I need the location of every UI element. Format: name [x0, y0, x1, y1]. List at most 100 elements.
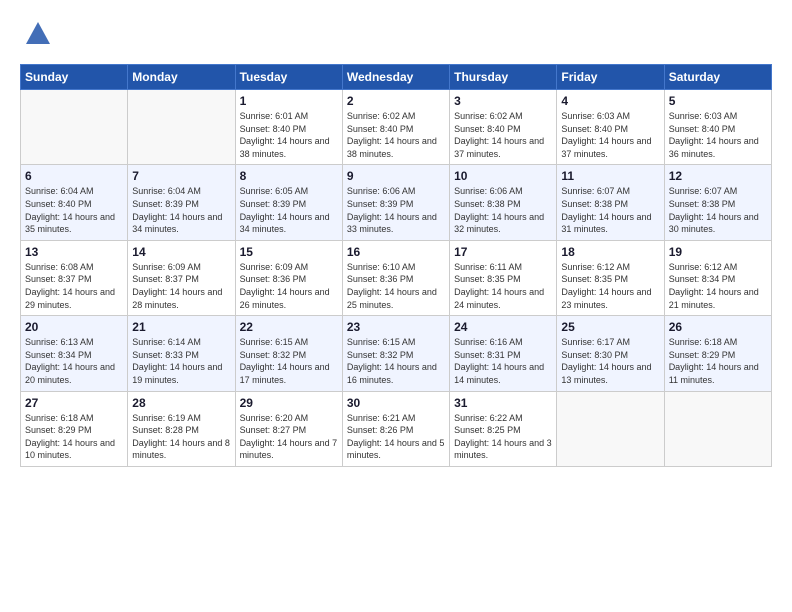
day-info: Sunrise: 6:20 AMSunset: 8:27 PMDaylight:…	[240, 412, 338, 462]
day-number: 8	[240, 169, 338, 183]
day-info: Sunrise: 6:13 AMSunset: 8:34 PMDaylight:…	[25, 336, 123, 386]
day-info: Sunrise: 6:05 AMSunset: 8:39 PMDaylight:…	[240, 185, 338, 235]
calendar-cell: 5 Sunrise: 6:03 AMSunset: 8:40 PMDaylight…	[664, 90, 771, 165]
day-number: 24	[454, 320, 552, 334]
calendar-cell: 24 Sunrise: 6:16 AMSunset: 8:31 PMDayligh…	[450, 316, 557, 391]
day-number: 29	[240, 396, 338, 410]
day-info: Sunrise: 6:14 AMSunset: 8:33 PMDaylight:…	[132, 336, 230, 386]
day-number: 4	[561, 94, 659, 108]
day-info: Sunrise: 6:12 AMSunset: 8:34 PMDaylight:…	[669, 261, 767, 311]
weekday-header-thursday: Thursday	[450, 65, 557, 90]
day-info: Sunrise: 6:15 AMSunset: 8:32 PMDaylight:…	[347, 336, 445, 386]
calendar-cell: 12 Sunrise: 6:07 AMSunset: 8:38 PMDayligh…	[664, 165, 771, 240]
day-info: Sunrise: 6:07 AMSunset: 8:38 PMDaylight:…	[669, 185, 767, 235]
calendar-cell	[664, 391, 771, 466]
calendar-cell: 9 Sunrise: 6:06 AMSunset: 8:39 PMDaylight…	[342, 165, 449, 240]
calendar-cell	[557, 391, 664, 466]
day-number: 15	[240, 245, 338, 259]
day-number: 6	[25, 169, 123, 183]
calendar-cell: 22 Sunrise: 6:15 AMSunset: 8:32 PMDayligh…	[235, 316, 342, 391]
day-info: Sunrise: 6:02 AMSunset: 8:40 PMDaylight:…	[347, 110, 445, 160]
calendar-body: 1 Sunrise: 6:01 AMSunset: 8:40 PMDaylight…	[21, 90, 772, 467]
day-info: Sunrise: 6:18 AMSunset: 8:29 PMDaylight:…	[669, 336, 767, 386]
weekday-header-row: SundayMondayTuesdayWednesdayThursdayFrid…	[21, 65, 772, 90]
page-header	[20, 20, 772, 48]
day-number: 2	[347, 94, 445, 108]
day-info: Sunrise: 6:06 AMSunset: 8:38 PMDaylight:…	[454, 185, 552, 235]
calendar-cell: 1 Sunrise: 6:01 AMSunset: 8:40 PMDaylight…	[235, 90, 342, 165]
calendar-cell: 11 Sunrise: 6:07 AMSunset: 8:38 PMDayligh…	[557, 165, 664, 240]
day-number: 10	[454, 169, 552, 183]
calendar-cell: 27Sunrise: 6:18 AMSunset: 8:29 PMDayligh…	[21, 391, 128, 466]
weekday-header-saturday: Saturday	[664, 65, 771, 90]
day-info: Sunrise: 6:09 AMSunset: 8:37 PMDaylight:…	[132, 261, 230, 311]
calendar-cell: 13Sunrise: 6:08 AMSunset: 8:37 PMDayligh…	[21, 240, 128, 315]
day-number: 31	[454, 396, 552, 410]
calendar-week-2: 6 Sunrise: 6:04 AMSunset: 8:40 PMDaylight…	[21, 165, 772, 240]
day-info: Sunrise: 6:16 AMSunset: 8:31 PMDaylight:…	[454, 336, 552, 386]
day-number: 5	[669, 94, 767, 108]
weekday-header-tuesday: Tuesday	[235, 65, 342, 90]
calendar-week-5: 27Sunrise: 6:18 AMSunset: 8:29 PMDayligh…	[21, 391, 772, 466]
calendar-cell: 31Sunrise: 6:22 AMSunset: 8:25 PMDayligh…	[450, 391, 557, 466]
day-number: 11	[561, 169, 659, 183]
day-number: 20	[25, 320, 123, 334]
calendar-week-1: 1 Sunrise: 6:01 AMSunset: 8:40 PMDaylight…	[21, 90, 772, 165]
day-info: Sunrise: 6:06 AMSunset: 8:39 PMDaylight:…	[347, 185, 445, 235]
calendar-cell: 18Sunrise: 6:12 AMSunset: 8:35 PMDayligh…	[557, 240, 664, 315]
day-info: Sunrise: 6:07 AMSunset: 8:38 PMDaylight:…	[561, 185, 659, 235]
day-info: Sunrise: 6:01 AMSunset: 8:40 PMDaylight:…	[240, 110, 338, 160]
day-info: Sunrise: 6:04 AMSunset: 8:40 PMDaylight:…	[25, 185, 123, 235]
day-number: 9	[347, 169, 445, 183]
day-number: 12	[669, 169, 767, 183]
calendar-cell: 2 Sunrise: 6:02 AMSunset: 8:40 PMDaylight…	[342, 90, 449, 165]
day-number: 16	[347, 245, 445, 259]
day-info: Sunrise: 6:04 AMSunset: 8:39 PMDaylight:…	[132, 185, 230, 235]
calendar-cell: 30 Sunrise: 6:21 AMSunset: 8:26 PMDayligh…	[342, 391, 449, 466]
day-info: Sunrise: 6:03 AMSunset: 8:40 PMDaylight:…	[561, 110, 659, 160]
calendar-cell	[128, 90, 235, 165]
day-number: 14	[132, 245, 230, 259]
calendar-cell: 6 Sunrise: 6:04 AMSunset: 8:40 PMDaylight…	[21, 165, 128, 240]
weekday-header-monday: Monday	[128, 65, 235, 90]
calendar-cell: 15 Sunrise: 6:09 AMSunset: 8:36 PMDayligh…	[235, 240, 342, 315]
calendar-cell: 4 Sunrise: 6:03 AMSunset: 8:40 PMDaylight…	[557, 90, 664, 165]
day-number: 26	[669, 320, 767, 334]
weekday-header-sunday: Sunday	[21, 65, 128, 90]
day-number: 18	[561, 245, 659, 259]
weekday-header-wednesday: Wednesday	[342, 65, 449, 90]
calendar-cell: 14 Sunrise: 6:09 AMSunset: 8:37 PMDayligh…	[128, 240, 235, 315]
day-number: 22	[240, 320, 338, 334]
day-number: 7	[132, 169, 230, 183]
calendar-week-3: 13Sunrise: 6:08 AMSunset: 8:37 PMDayligh…	[21, 240, 772, 315]
day-info: Sunrise: 6:03 AMSunset: 8:40 PMDaylight:…	[669, 110, 767, 160]
logo-icon	[24, 20, 52, 48]
day-number: 1	[240, 94, 338, 108]
calendar-table: SundayMondayTuesdayWednesdayThursdayFrid…	[20, 64, 772, 467]
calendar-cell: 8 Sunrise: 6:05 AMSunset: 8:39 PMDaylight…	[235, 165, 342, 240]
calendar-cell: 16 Sunrise: 6:10 AMSunset: 8:36 PMDayligh…	[342, 240, 449, 315]
day-info: Sunrise: 6:17 AMSunset: 8:30 PMDaylight:…	[561, 336, 659, 386]
day-number: 30	[347, 396, 445, 410]
day-info: Sunrise: 6:19 AMSunset: 8:28 PMDaylight:…	[132, 412, 230, 462]
day-info: Sunrise: 6:09 AMSunset: 8:36 PMDaylight:…	[240, 261, 338, 311]
day-info: Sunrise: 6:21 AMSunset: 8:26 PMDaylight:…	[347, 412, 445, 462]
calendar-cell: 3Sunrise: 6:02 AMSunset: 8:40 PMDaylight…	[450, 90, 557, 165]
calendar-cell: 7 Sunrise: 6:04 AMSunset: 8:39 PMDaylight…	[128, 165, 235, 240]
calendar-week-4: 20 Sunrise: 6:13 AMSunset: 8:34 PMDayligh…	[21, 316, 772, 391]
calendar-cell: 28 Sunrise: 6:19 AMSunset: 8:28 PMDayligh…	[128, 391, 235, 466]
calendar-cell: 17Sunrise: 6:11 AMSunset: 8:35 PMDayligh…	[450, 240, 557, 315]
day-info: Sunrise: 6:02 AMSunset: 8:40 PMDaylight:…	[454, 110, 552, 160]
day-number: 27	[25, 396, 123, 410]
day-number: 23	[347, 320, 445, 334]
day-info: Sunrise: 6:15 AMSunset: 8:32 PMDaylight:…	[240, 336, 338, 386]
calendar-cell	[21, 90, 128, 165]
calendar-header: SundayMondayTuesdayWednesdayThursdayFrid…	[21, 65, 772, 90]
calendar-cell: 29 Sunrise: 6:20 AMSunset: 8:27 PMDayligh…	[235, 391, 342, 466]
day-info: Sunrise: 6:08 AMSunset: 8:37 PMDaylight:…	[25, 261, 123, 311]
logo	[20, 20, 52, 48]
day-number: 28	[132, 396, 230, 410]
day-info: Sunrise: 6:10 AMSunset: 8:36 PMDaylight:…	[347, 261, 445, 311]
day-number: 21	[132, 320, 230, 334]
calendar-cell: 23 Sunrise: 6:15 AMSunset: 8:32 PMDayligh…	[342, 316, 449, 391]
